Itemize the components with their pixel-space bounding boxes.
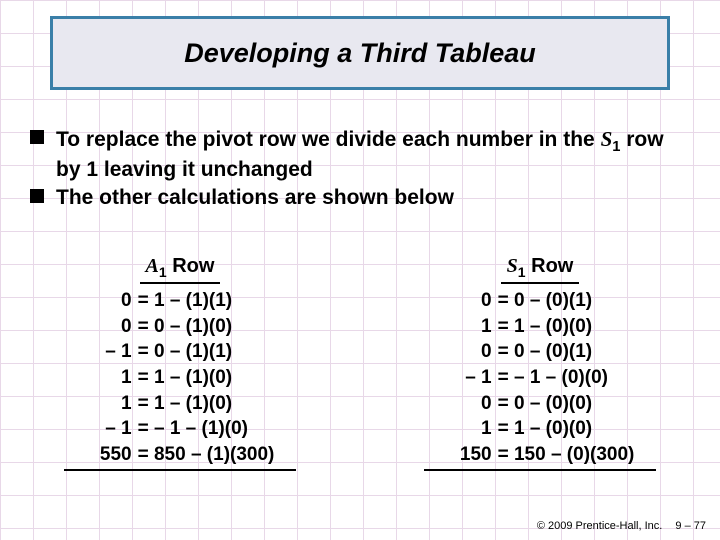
calc-rows: 0= 1 – (1)(1) 0= 0 – (1)(0) – 1= 0 – (1)… — [86, 288, 275, 467]
square-bullet-icon — [30, 130, 44, 144]
bullet-text: The other calculations are shown below — [56, 185, 454, 211]
footer: © 2009 Prentice-Hall, Inc. 9 – 77 — [537, 520, 706, 532]
calc-row: 0= 0 – (0)(0) — [446, 391, 635, 417]
calc-row: 1= 1 – (1)(0) — [86, 391, 275, 417]
calc-row: 150= 150 – (0)(300) — [446, 442, 635, 468]
calc-row: – 1= – 1 – (0)(0) — [446, 365, 635, 391]
column-header: A1 Row — [140, 255, 221, 284]
calc-row: 0= 0 – (0)(1) — [446, 339, 635, 365]
square-bullet-icon — [30, 189, 44, 203]
calc-row: – 1= 0 – (1)(1) — [86, 339, 275, 365]
bullet-list: To replace the pivot row we divide each … — [30, 126, 690, 213]
calc-row: 1= 1 – (0)(0) — [446, 314, 635, 340]
calc-row: 1= 1 – (0)(0) — [446, 416, 635, 442]
page-title: Developing a Third Tableau — [184, 38, 536, 69]
slide-number: 9 – 77 — [675, 520, 706, 532]
list-item: To replace the pivot row we divide each … — [30, 126, 690, 183]
column-s1: S1 Row 0= 0 – (0)(1) 1= 1 – (0)(0) 0= 0 … — [360, 255, 720, 471]
list-item: The other calculations are shown below — [30, 185, 690, 211]
column-header: S1 Row — [501, 255, 580, 284]
calc-rows: 0= 0 – (0)(1) 1= 1 – (0)(0) 0= 0 – (0)(1… — [446, 288, 635, 467]
calc-row: 1= 1 – (1)(0) — [86, 365, 275, 391]
column-rule — [424, 469, 656, 471]
calculation-columns: A1 Row 0= 1 – (1)(1) 0= 0 – (1)(0) – 1= … — [0, 255, 720, 471]
calc-row: 0= 0 – (0)(1) — [446, 288, 635, 314]
calc-row: – 1= – 1 – (1)(0) — [86, 416, 275, 442]
bullet-text: To replace the pivot row we divide each … — [56, 126, 690, 183]
calc-row: 0= 1 – (1)(1) — [86, 288, 275, 314]
calc-row: 0= 0 – (1)(0) — [86, 314, 275, 340]
calc-row: 550= 850 – (1)(300) — [86, 442, 275, 468]
column-rule — [64, 469, 296, 471]
copyright-text: © 2009 Prentice-Hall, Inc. — [537, 520, 663, 532]
column-a1: A1 Row 0= 1 – (1)(1) 0= 0 – (1)(0) – 1= … — [0, 255, 360, 471]
title-bar: Developing a Third Tableau — [50, 16, 670, 90]
